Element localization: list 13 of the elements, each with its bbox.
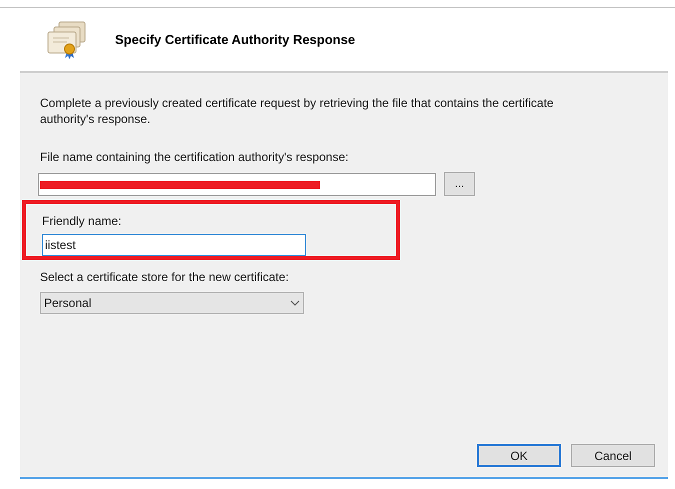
browse-button[interactable]: ... [444, 172, 475, 196]
file-name-field[interactable] [38, 172, 436, 196]
friendly-name-field[interactable]: iistest [42, 234, 306, 256]
store-select[interactable]: Personal [40, 292, 304, 314]
store-label: Select a certificate store for the new certificate: [40, 269, 290, 286]
description-text: Complete a previously created certificate request by retrieving the file that contains the certificate authority's response. [40, 95, 555, 127]
certificates-icon [45, 20, 87, 60]
dialog-button[interactable]: Cancel [571, 444, 655, 467]
friendly-name-label: Friendly name: [42, 213, 122, 230]
file-name-label: File name containing the certification authority's response: [40, 149, 350, 166]
chevron-down-icon [290, 300, 300, 306]
dialog-title: Specify Certificate Authority Response [115, 30, 356, 49]
dialog-button[interactable]: OK [477, 444, 561, 467]
